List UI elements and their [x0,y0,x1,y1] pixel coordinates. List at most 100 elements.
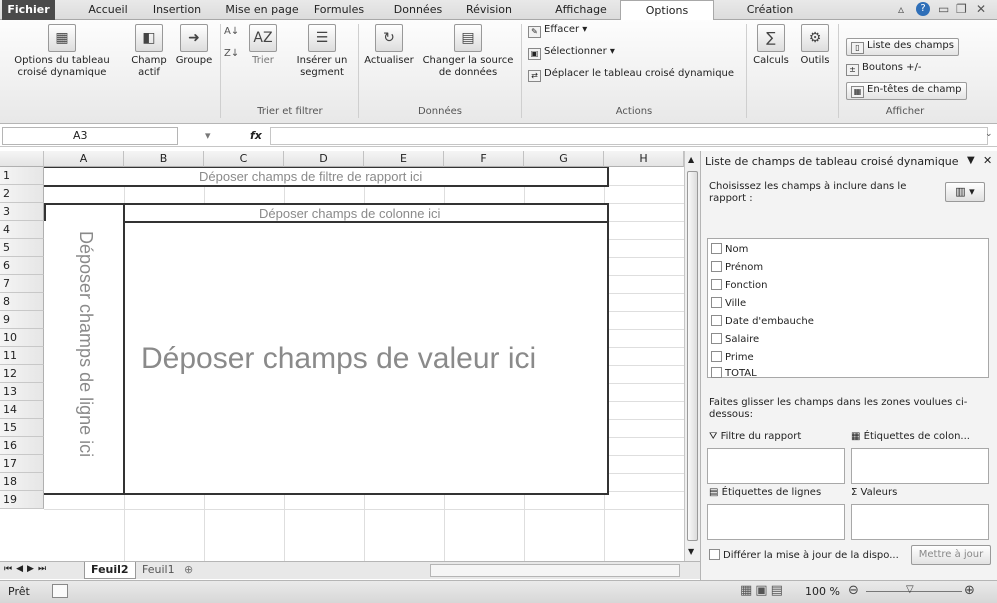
field-item[interactable]: TOTAL [711,367,757,379]
help-icon[interactable]: ? [916,2,930,16]
row-header[interactable]: 18 [0,473,44,491]
row-header[interactable]: 19 [0,491,44,509]
column-header[interactable]: D [284,151,364,167]
row-header[interactable]: 3 [0,203,44,221]
window-minimize-icon[interactable]: ▭ [938,2,949,16]
sort-za-icon[interactable]: Z↓ [224,48,239,59]
row-header[interactable]: 1 [0,167,44,185]
row-header[interactable]: 17 [0,455,44,473]
active-field-button[interactable]: ◧ Champ actif [128,24,170,79]
field-item[interactable]: Salaire [711,333,759,345]
name-box-dropdown-icon[interactable]: ▾ [205,129,211,142]
row-header[interactable]: 6 [0,257,44,275]
field-headers-toggle[interactable]: ▦ En-têtes de champ [846,82,967,100]
tab-creation[interactable]: Création [740,0,800,20]
zoom-slider-track[interactable] [866,591,962,592]
tab-accueil[interactable]: Accueil [78,0,138,20]
group-button[interactable]: ➜ Groupe [172,24,216,67]
selected-cell-a3[interactable] [44,203,125,223]
value-drop-zone[interactable]: Déposer champs de valeur ici [123,221,609,495]
scroll-up-icon[interactable]: ▲ [688,155,694,164]
tab-fichier[interactable]: Fichier [2,0,55,20]
row-header[interactable]: 4 [0,221,44,239]
minimize-ribbon-icon[interactable]: ▵ [898,2,904,16]
row-header[interactable]: 7 [0,275,44,293]
column-header[interactable]: A [44,151,124,167]
row-header[interactable]: 14 [0,401,44,419]
calculations-button[interactable]: ∑ Calculs [752,24,790,67]
field-item[interactable]: Fonction [711,279,768,291]
tab-donnees[interactable]: Données [388,0,448,20]
zoom-in-icon[interactable]: ⊕ [964,583,975,598]
row-header[interactable]: 10 [0,329,44,347]
layout-options-icon[interactable]: ▥ ▾ [945,182,985,202]
row-drop-zone[interactable]: Déposer champs de ligne ici [44,221,125,495]
row-header[interactable]: 8 [0,293,44,311]
horizontal-scrollbar[interactable] [430,564,680,577]
formula-input[interactable] [270,127,988,145]
tab-insertion[interactable]: Insertion [146,0,208,20]
name-box[interactable]: A3 [2,127,178,145]
clear-button[interactable]: ✎ Effacer ▾ [528,24,587,38]
row-header[interactable]: 2 [0,185,44,203]
column-drop-area[interactable] [851,448,989,484]
insert-slicer-button[interactable]: ☰ Insérer un segment [290,24,354,79]
pane-menu-icon[interactable]: ▼ [967,155,975,166]
defer-update-checkbox[interactable] [709,549,720,560]
new-sheet-icon[interactable]: ⊕ [184,563,193,576]
row-header[interactable]: 12 [0,365,44,383]
sheet-nav-icon[interactable]: ⏮◀▶⏭ [4,564,50,574]
function-icon[interactable]: fx [250,129,262,142]
field-item[interactable]: Date d'embauche [711,315,814,327]
column-drop-zone[interactable]: Déposer champs de colonne ici [123,203,609,223]
field-item[interactable]: Prime [711,351,754,363]
macro-record-icon[interactable] [52,584,68,598]
refresh-button[interactable]: ↻ Actualiser [362,24,416,67]
pivot-options-button[interactable]: ▦ Options du tableau croisé dynamique [2,24,122,79]
column-header[interactable]: B [124,151,204,167]
window-restore-icon[interactable]: ❐ [956,2,967,16]
row-header[interactable]: 15 [0,419,44,437]
field-checkbox[interactable] [711,243,722,254]
column-header[interactable]: H [604,151,684,167]
tab-revision[interactable]: Révision [458,0,520,20]
zoom-slider-thumb[interactable]: ▽ [906,584,914,595]
column-header[interactable]: E [364,151,444,167]
move-pivot-button[interactable]: ⇄ Déplacer le tableau croisé dynamique [528,68,734,82]
values-drop-area[interactable] [851,504,989,540]
column-header[interactable]: G [524,151,604,167]
window-close-icon[interactable]: ✕ [976,2,986,16]
change-source-button[interactable]: ▤ Changer la source de données [420,24,516,79]
field-checkbox[interactable] [711,297,722,308]
row-header[interactable]: 16 [0,437,44,455]
pane-close-icon[interactable]: ✕ [983,154,992,167]
sort-button[interactable]: AZ Trier [244,24,282,67]
field-checkbox[interactable] [711,279,722,290]
worksheet-grid[interactable]: A B C D E F G H 1 2 3 4 5 6 7 8 9 10 11 … [0,151,690,561]
field-checkbox[interactable] [711,351,722,362]
filter-drop-area[interactable] [707,448,845,484]
row-header[interactable]: 11 [0,347,44,365]
view-buttons-icon[interactable]: ▦▣▤ [740,583,786,598]
filter-drop-zone[interactable]: Déposer champs de filtre de rapport ici [44,167,609,187]
field-item[interactable]: Prénom [711,261,763,273]
tab-affichage[interactable]: Affichage [550,0,612,20]
column-header[interactable]: F [444,151,524,167]
sort-az-icon[interactable]: A↓ [224,26,239,37]
sheet-tab-active[interactable]: Feuil2 [84,562,136,579]
expand-formula-icon[interactable]: ⌄ [985,129,993,139]
zoom-out-icon[interactable]: ⊖ [848,583,859,598]
row-header[interactable]: 5 [0,239,44,257]
field-list-toggle[interactable]: ▯ Liste des champs [846,38,959,56]
field-checkbox[interactable] [711,367,722,378]
row-header[interactable]: 9 [0,311,44,329]
vertical-scrollbar[interactable]: ▲ ▼ [684,151,700,561]
tab-mise-en-page[interactable]: Mise en page [222,0,302,20]
field-item[interactable]: Ville [711,297,746,309]
scroll-down-icon[interactable]: ▼ [688,547,694,556]
plus-minus-buttons-toggle[interactable]: ± Boutons +/- [846,62,921,76]
tab-formules[interactable]: Formules [310,0,368,20]
sheet-tab[interactable]: Feuil1 [136,562,181,579]
select-all-corner[interactable] [0,151,44,167]
tools-button[interactable]: ⚙ Outils [796,24,834,67]
